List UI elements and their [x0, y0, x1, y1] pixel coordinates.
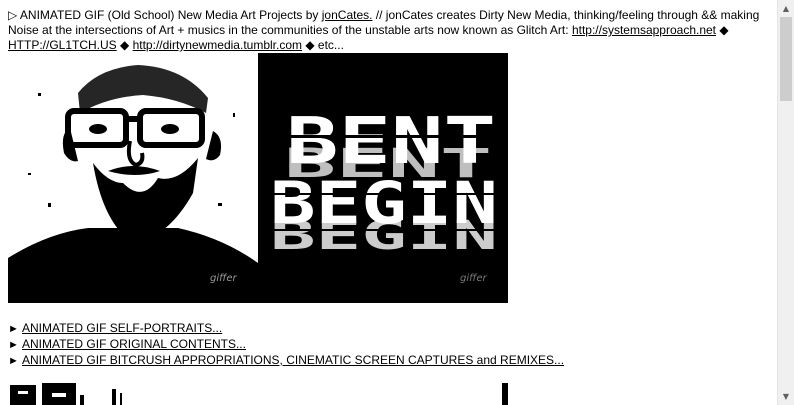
triangle-down-icon[interactable]: ▼ — [778, 388, 794, 405]
intro-tail: ◆ etc... — [302, 38, 344, 52]
intro-paragraph: ▷ ANIMATED GIF (Old School) New Media Ar… — [8, 8, 772, 53]
systemsapproach-link[interactable]: http://systemsapproach.net — [572, 23, 716, 37]
vertical-scrollbar[interactable]: ▲ ▼ — [777, 0, 794, 405]
bitcrush-remixes-link[interactable]: ANIMATED GIF BITCRUSH APPROPRIATIONS, CI… — [22, 353, 564, 367]
gl1tch-link[interactable]: HTTP://GL1TCH.US — [8, 38, 117, 52]
triangle-right-icon: ► — [8, 323, 22, 335]
portrait-panel: giffer — [8, 53, 258, 303]
list-item: ► ANIMATED GIF SELF-PORTRAITS... — [8, 321, 768, 337]
triangle-right-icon: ► — [8, 355, 22, 367]
separator: ◆ — [716, 23, 729, 37]
tumblr-link[interactable]: http://dirtynewmedia.tumblr.com — [133, 38, 302, 52]
triangle-right-icon: ► — [8, 339, 22, 351]
triangle-up-icon[interactable]: ▲ — [778, 0, 794, 17]
original-contents-link[interactable]: ANIMATED GIF ORIGINAL CONTENTS... — [22, 337, 246, 351]
self-portraits-link[interactable]: ANIMATED GIF SELF-PORTRAITS... — [22, 321, 222, 335]
separator: ◆ — [116, 38, 133, 52]
watermark-right: giffer — [460, 273, 487, 284]
scrollbar-thumb[interactable] — [780, 17, 792, 101]
glitch-text-panel: BENT BENT BEGIN BEGIN giffer — [258, 53, 508, 303]
next-gif-image-top — [8, 381, 508, 405]
list-item: ► ANIMATED GIF ORIGINAL CONTENTS... — [8, 337, 768, 353]
watermark-left: giffer — [210, 273, 237, 284]
glitch-text-begin-echo: BEGIN — [270, 213, 498, 259]
animated-gif-image: giffer BENT BENT BEGIN BEGIN giffer — [8, 53, 508, 303]
intro-lead: ▷ ANIMATED GIF (Old School) New Media Ar… — [8, 8, 322, 22]
page: ▷ ANIMATED GIF (Old School) New Media Ar… — [0, 0, 779, 405]
list-item: ► ANIMATED GIF BITCRUSH APPROPRIATIONS, … — [8, 353, 768, 369]
author-link[interactable]: jonCates. — [322, 8, 373, 22]
project-links-list: ► ANIMATED GIF SELF-PORTRAITS... ► ANIMA… — [8, 321, 768, 369]
